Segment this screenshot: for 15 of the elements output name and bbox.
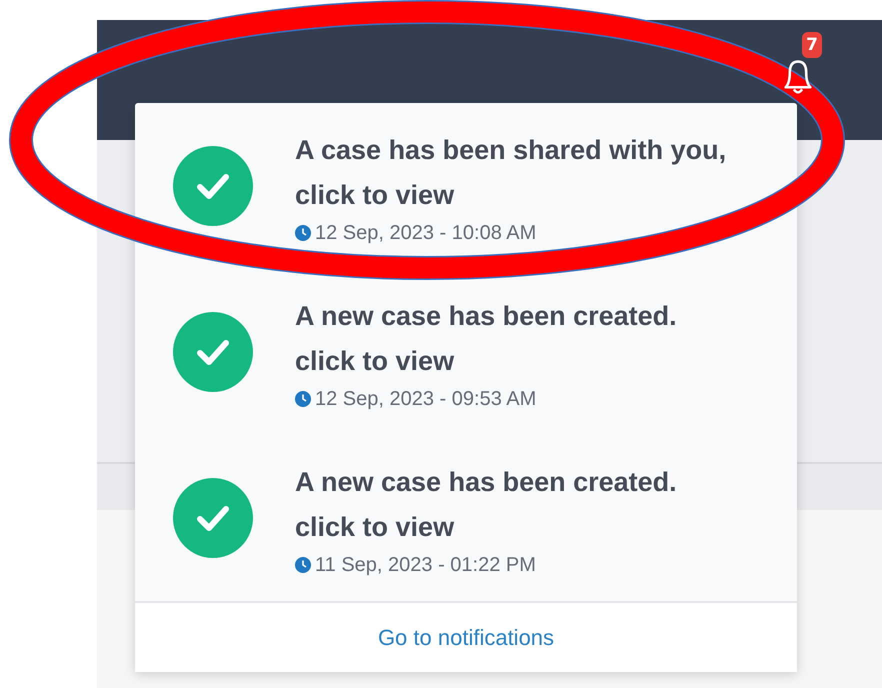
clock-icon [295,391,311,407]
notification-title: A new case has been created. click to view [295,466,678,544]
check-icon [173,478,253,558]
notification-time: 11 Sep, 2023 - 01:22 PM [315,554,536,576]
clock-icon [295,225,311,241]
notification-count: 7 [802,32,822,58]
notification-time: 12 Sep, 2023 - 10:08 AM [315,222,536,244]
notification-time: 12 Sep, 2023 - 09:53 AM [315,388,536,410]
notification-title: A new case has been created. click to view [295,300,678,378]
clock-icon [295,557,311,573]
notification-title: A case has been shared with you, click to view [295,134,728,212]
go-to-notifications-link[interactable]: Go to notifications [378,624,554,650]
bell-icon [784,60,812,96]
check-icon [173,312,253,392]
check-icon [173,146,253,226]
